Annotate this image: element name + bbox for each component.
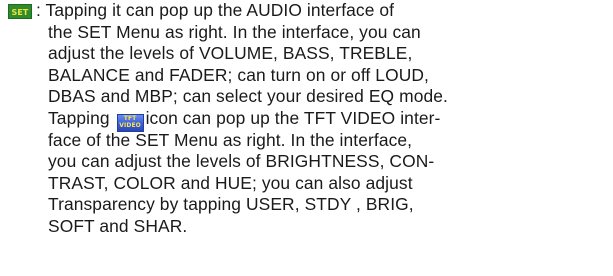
text-line-3: adjust the levels of VOLUME, BASS, TREBL… — [48, 43, 413, 64]
tft-icon-label-bottom: VIDEO — [119, 121, 141, 129]
tft-icon-label-top: TFT — [123, 114, 137, 122]
text-segment: Tapping — [48, 107, 110, 128]
set-icon: SET — [8, 4, 32, 19]
text-line-1: SET : Tapping it can pop up the AUDIO int… — [8, 0, 608, 22]
text-line-4: BALANCE and FADER; can turn on or off LO… — [48, 64, 429, 85]
text-segment: : Tapping it can pop up the AUDIO interf… — [36, 0, 395, 20]
tft-video-icon: TFT VIDEO — [116, 113, 144, 132]
text-line-5: DBAS and MBP; can select your desired EQ… — [48, 86, 448, 107]
manual-paragraph: SET : Tapping it can pop up the AUDIO int… — [8, 0, 608, 238]
text-line-11: SOFT and SHAR. — [48, 215, 188, 236]
text-line-7: face of the SET Menu as right. In the in… — [48, 129, 413, 150]
text-line-9: TRAST, COLOR and HUE; you can also adjus… — [48, 172, 413, 193]
text-line-10: Transparency by tapping USER, STDY , BRI… — [48, 194, 414, 215]
text-line-2: the SET Menu as right. In the interface,… — [48, 21, 421, 42]
text-line-6: Tapping TFT VIDEO icon can pop up the TF… — [8, 107, 608, 132]
text-segment: icon can pop up the TFT VIDEO inter- — [145, 107, 441, 128]
text-line-8: you can adjust the levels of BRIGHTNESS,… — [48, 151, 435, 172]
